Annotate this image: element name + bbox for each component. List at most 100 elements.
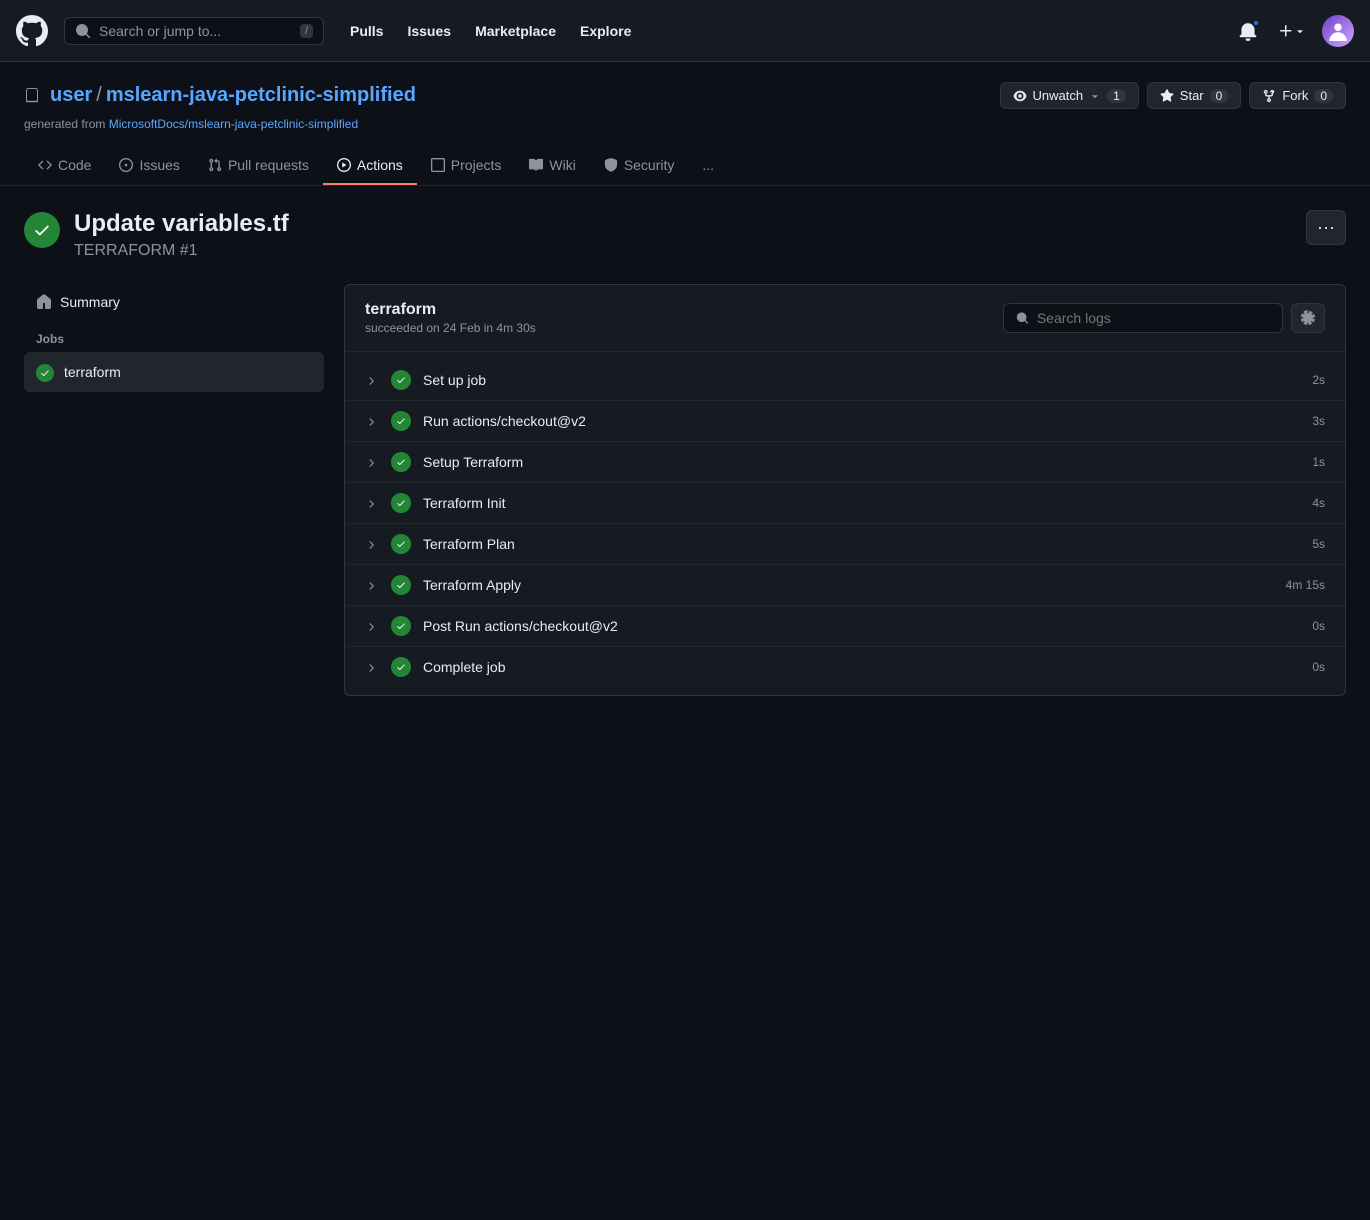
step-status-setup-terraform	[391, 452, 411, 472]
tab-wiki-label: Wiki	[549, 157, 575, 173]
job-panel: terraform succeeded on 24 Feb in 4m 30s	[344, 284, 1346, 696]
dropdown-icon	[1294, 25, 1306, 37]
generated-from-link[interactable]: MicrosoftDocs/mslearn-java-petclinic-sim…	[109, 117, 358, 131]
main-content: Update variables.tf TERRAFORM #1 ··· Sum…	[0, 186, 1370, 720]
repo-title-row: user / mslearn-java-petclinic-simplified…	[24, 82, 1346, 109]
fork-button[interactable]: Fork 0	[1249, 82, 1346, 109]
header-nav: Pulls Issues Marketplace Explore	[340, 17, 1218, 45]
tab-code[interactable]: Code	[24, 147, 105, 185]
step-status-terraform-plan	[391, 534, 411, 554]
step-duration-post-checkout: 0s	[1312, 619, 1325, 633]
workflow-run-header: Update variables.tf TERRAFORM #1 ···	[24, 210, 1346, 260]
step-row-setup-terraform[interactable]: Setup Terraform 1s	[345, 442, 1345, 483]
sidebar-summary-label: Summary	[60, 294, 120, 310]
job-check-icon	[40, 368, 50, 378]
avatar[interactable]	[1322, 15, 1354, 47]
actions-icon	[337, 158, 351, 172]
step-name-setup: Set up job	[423, 372, 1312, 388]
code-icon	[38, 158, 52, 172]
plus-button[interactable]	[1274, 19, 1310, 43]
tab-more-label: ...	[702, 157, 714, 173]
pr-icon	[208, 158, 222, 172]
tab-code-label: Code	[58, 157, 91, 173]
step-name-complete-job: Complete job	[423, 659, 1312, 675]
job-item-terraform[interactable]: terraform	[24, 352, 324, 392]
nav-marketplace[interactable]: Marketplace	[465, 17, 566, 45]
step-name-setup-terraform: Setup Terraform	[423, 454, 1312, 470]
workflow-more-button[interactable]: ···	[1306, 210, 1346, 245]
step-status-terraform-init	[391, 493, 411, 513]
step-status-checkout	[391, 411, 411, 431]
search-icon	[75, 23, 91, 39]
star-button[interactable]: Star 0	[1147, 82, 1242, 109]
workflow-run-text: Update variables.tf TERRAFORM #1	[74, 210, 289, 260]
step-row-post-checkout[interactable]: Post Run actions/checkout@v2 0s	[345, 606, 1345, 647]
generated-from: generated from MicrosoftDocs/mslearn-jav…	[24, 117, 1346, 131]
job-steps: Set up job 2s Run actions/checkout@v2 3s…	[345, 352, 1345, 695]
step-chevron-setup	[365, 373, 381, 387]
tab-actions[interactable]: Actions	[323, 147, 417, 185]
search-kbd: /	[300, 24, 313, 38]
search-logs-field[interactable]	[1037, 310, 1270, 326]
job-panel-title: terraform	[365, 301, 536, 319]
nav-explore[interactable]: Explore	[570, 17, 641, 45]
step-row-complete-job[interactable]: Complete job 0s	[345, 647, 1345, 687]
workflow-run-title: Update variables.tf	[74, 210, 289, 238]
step-row-setup[interactable]: Set up job 2s	[345, 360, 1345, 401]
star-icon	[1160, 89, 1174, 103]
tab-pr-label: Pull requests	[228, 157, 309, 173]
workflow-run-info: Update variables.tf TERRAFORM #1	[24, 210, 289, 260]
search-bar-text: Search or jump to...	[99, 23, 292, 39]
step-chevron-terraform-init	[365, 496, 381, 510]
sidebar-summary-link[interactable]: Summary	[24, 284, 324, 320]
unwatch-button[interactable]: Unwatch 1	[1000, 82, 1139, 109]
tab-wiki[interactable]: Wiki	[515, 147, 589, 185]
step-row-checkout[interactable]: Run actions/checkout@v2 3s	[345, 401, 1345, 442]
nav-issues[interactable]: Issues	[397, 17, 461, 45]
step-chevron-terraform-apply	[365, 578, 381, 592]
search-logs-input-wrapper[interactable]	[1003, 303, 1283, 333]
tab-security[interactable]: Security	[590, 147, 689, 185]
checkmark-icon	[33, 221, 51, 239]
step-row-terraform-apply[interactable]: Terraform Apply 4m 15s	[345, 565, 1345, 606]
fork-icon	[1262, 89, 1276, 103]
search-logs-container	[1003, 303, 1325, 333]
repo-user[interactable]: user	[50, 84, 92, 107]
workflow-run-subtitle: TERRAFORM #1	[74, 242, 289, 260]
eye-icon	[1013, 89, 1027, 103]
chevron-down-icon	[1089, 90, 1101, 102]
notifications-button[interactable]	[1234, 17, 1262, 45]
tab-pull-requests[interactable]: Pull requests	[194, 147, 323, 185]
step-duration-checkout: 3s	[1312, 414, 1325, 428]
step-chevron-setup-terraform	[365, 455, 381, 469]
repo-tabs: Code Issues Pull requests Actions P	[24, 147, 1346, 185]
step-chevron-checkout	[365, 414, 381, 428]
job-settings-button[interactable]	[1291, 303, 1325, 333]
step-duration-terraform-plan: 5s	[1312, 537, 1325, 551]
step-name-terraform-apply: Terraform Apply	[423, 577, 1286, 593]
plus-icon	[1278, 23, 1294, 39]
header-actions	[1234, 15, 1354, 47]
step-name-terraform-plan: Terraform Plan	[423, 536, 1312, 552]
fork-label: Fork	[1282, 88, 1308, 103]
step-status-complete-job	[391, 657, 411, 677]
github-logo[interactable]	[16, 15, 48, 47]
search-bar[interactable]: Search or jump to... /	[64, 17, 324, 45]
repo-separator: /	[96, 84, 102, 107]
job-panel-header: terraform succeeded on 24 Feb in 4m 30s	[345, 285, 1345, 352]
step-row-terraform-init[interactable]: Terraform Init 4s	[345, 483, 1345, 524]
nav-pulls[interactable]: Pulls	[340, 17, 393, 45]
job-panel-title-area: terraform succeeded on 24 Feb in 4m 30s	[365, 301, 536, 335]
tab-projects[interactable]: Projects	[417, 147, 516, 185]
step-status-setup	[391, 370, 411, 390]
job-panel-subtitle: succeeded on 24 Feb in 4m 30s	[365, 321, 536, 335]
repo-actions: Unwatch 1 Star 0 Fork 0	[1000, 82, 1346, 109]
tab-more[interactable]: ...	[688, 147, 728, 185]
step-duration-terraform-init: 4s	[1312, 496, 1325, 510]
security-icon	[604, 158, 618, 172]
tab-issues[interactable]: Issues	[105, 147, 193, 185]
repo-name[interactable]: mslearn-java-petclinic-simplified	[106, 84, 416, 107]
site-header: Search or jump to... / Pulls Issues Mark…	[0, 0, 1370, 62]
step-duration-setup-terraform: 1s	[1312, 455, 1325, 469]
step-row-terraform-plan[interactable]: Terraform Plan 5s	[345, 524, 1345, 565]
